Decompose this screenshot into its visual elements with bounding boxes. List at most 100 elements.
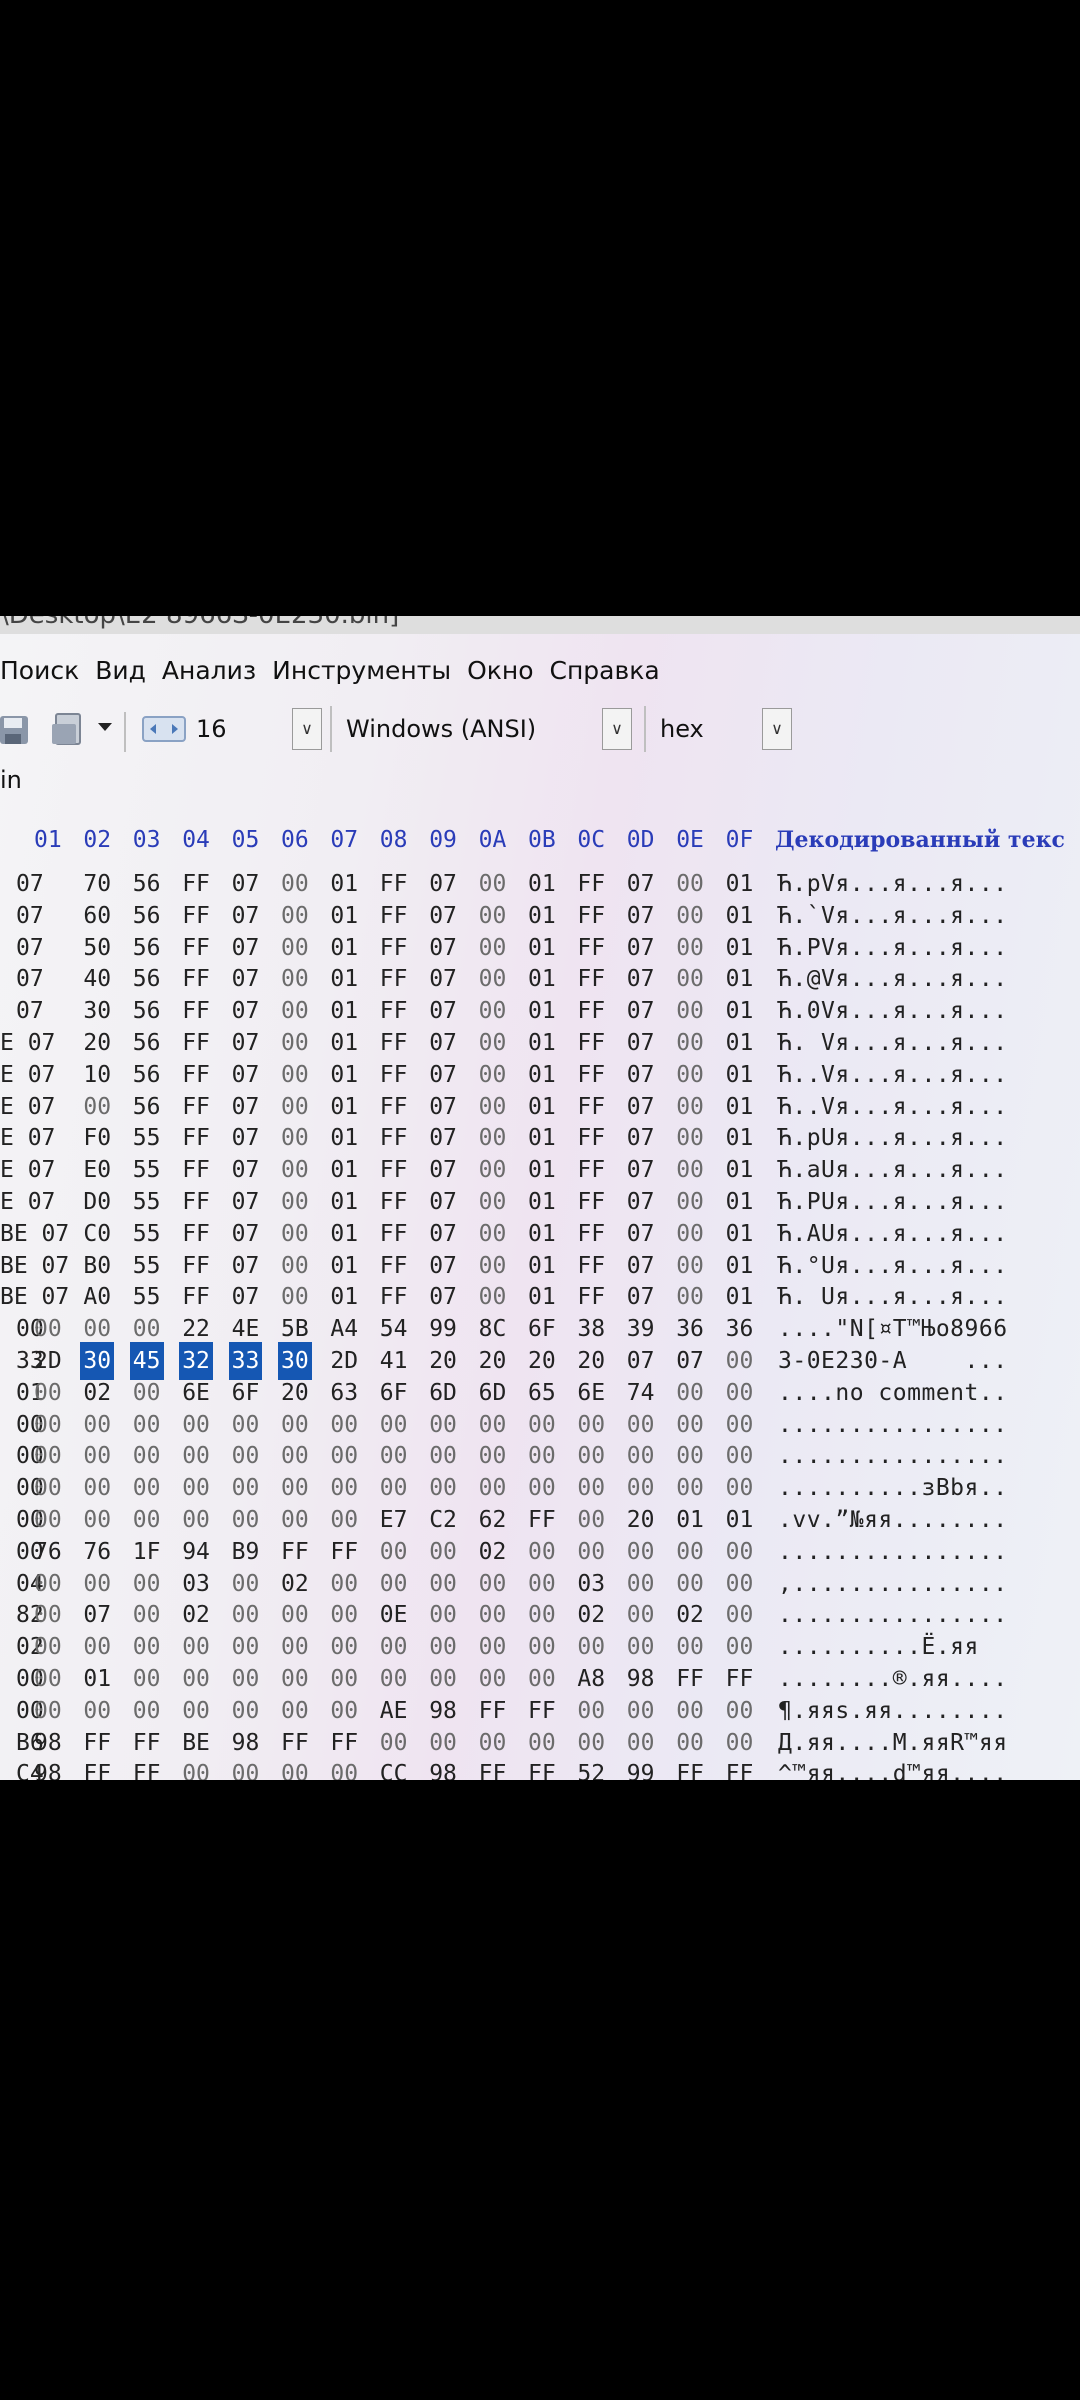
hex-byte[interactable]: FF bbox=[577, 1059, 605, 1091]
hex-byte[interactable]: 07 bbox=[627, 963, 655, 995]
hex-byte[interactable]: 00 bbox=[676, 1536, 704, 1568]
hex-byte[interactable]: 00 bbox=[133, 1409, 161, 1441]
hex-byte[interactable]: 01 bbox=[330, 932, 358, 964]
hex-byte[interactable]: 6F bbox=[528, 1313, 556, 1345]
hex-byte[interactable]: 00 bbox=[281, 932, 309, 964]
hex-byte[interactable]: 01 bbox=[528, 963, 556, 995]
hex-byte[interactable]: 00 bbox=[83, 1504, 111, 1536]
hex-byte[interactable]: 07 bbox=[429, 1122, 457, 1154]
hex-byte[interactable]: 00 bbox=[133, 1313, 161, 1345]
hex-byte[interactable]: 55 bbox=[133, 1122, 161, 1154]
hex-row[interactable]: E 07 E0 55 FF 07 00 01 FF 07 00 01 FF 07 00 01 Ћ.aUя...… bbox=[0, 1154, 1080, 1186]
hex-byte[interactable]: 55 bbox=[133, 1281, 161, 1313]
hex-row[interactable]: 82 00 07 00 02 00 00 00 0E 00 00 00 02 00 02 00........… bbox=[0, 1599, 1080, 1631]
hex-byte[interactable]: 00 bbox=[83, 1313, 111, 1345]
hex-byte[interactable]: 00 bbox=[330, 1695, 358, 1727]
hex-byte[interactable]: 07 bbox=[232, 963, 260, 995]
hex-byte[interactable]: 07 bbox=[627, 1250, 655, 1282]
hex-byte[interactable]: 33 bbox=[231, 1345, 260, 1377]
hex-row[interactable]: 07 40 56 FF 07 00 01 FF 07 00 01 FF 07 00 01 Ћ.@Vя...я.… bbox=[0, 963, 1080, 995]
hex-byte[interactable]: 00 bbox=[281, 995, 309, 1027]
hex-byte[interactable]: 01 bbox=[528, 995, 556, 1027]
hex-byte[interactable]: 00 bbox=[676, 900, 704, 932]
decoded-text[interactable]: Ћ. Uя...я...я... bbox=[778, 1281, 1008, 1313]
hex-byte[interactable]: 07 bbox=[429, 963, 457, 995]
hex-byte[interactable]: FF bbox=[577, 868, 605, 900]
hex-byte[interactable]: AE bbox=[380, 1695, 408, 1727]
hex-byte[interactable]: 20 bbox=[479, 1345, 507, 1377]
hex-byte[interactable]: 0E bbox=[380, 1599, 408, 1631]
hex-byte[interactable]: 00 bbox=[577, 1695, 605, 1727]
hex-byte[interactable]: 00 bbox=[479, 1599, 507, 1631]
hex-byte[interactable]: 00 bbox=[281, 1695, 309, 1727]
hex-byte[interactable]: 02 bbox=[281, 1568, 309, 1600]
hex-byte[interactable]: FF bbox=[330, 1727, 358, 1759]
hex-byte[interactable]: 00 bbox=[281, 963, 309, 995]
hex-byte[interactable]: 00 bbox=[429, 1536, 457, 1568]
hex-byte[interactable]: 01 bbox=[330, 1218, 358, 1250]
hex-byte[interactable]: 00 bbox=[182, 1440, 210, 1472]
hex-byte[interactable]: FF bbox=[380, 1059, 408, 1091]
hex-byte[interactable]: A8 bbox=[577, 1663, 605, 1695]
hex-byte[interactable]: 76 bbox=[34, 1536, 62, 1568]
hex-byte[interactable]: 00 bbox=[676, 963, 704, 995]
hex-byte[interactable]: FF bbox=[182, 1250, 210, 1282]
hex-byte[interactable]: 00 bbox=[627, 1536, 655, 1568]
hex-byte[interactable]: 00 bbox=[676, 1727, 704, 1759]
hex-byte[interactable]: 00 bbox=[479, 900, 507, 932]
hex-byte[interactable]: 30 bbox=[281, 1345, 309, 1377]
hex-byte[interactable]: A0 bbox=[83, 1281, 111, 1313]
hex-byte[interactable]: 00 bbox=[528, 1409, 556, 1441]
hex-byte[interactable]: 00 bbox=[726, 1345, 754, 1377]
hex-byte[interactable]: 01 bbox=[330, 1281, 358, 1313]
hex-byte[interactable]: FF bbox=[577, 1281, 605, 1313]
decoded-text[interactable]: Ћ.PUя...я...я... bbox=[778, 1186, 1008, 1218]
hex-byte[interactable]: FF bbox=[577, 1250, 605, 1282]
hex-row[interactable]: B6 98 FF FF BE 98 FF FF 00 00 00 00 00 00 00 00 Д.яя....… bbox=[0, 1727, 1080, 1759]
hex-byte[interactable]: 01 bbox=[528, 1250, 556, 1282]
hex-byte[interactable]: 01 bbox=[726, 900, 754, 932]
hex-byte[interactable]: B0 bbox=[83, 1250, 111, 1282]
hex-byte[interactable]: 00 bbox=[577, 1504, 605, 1536]
hex-byte[interactable]: 01 bbox=[726, 1091, 754, 1123]
decoded-text[interactable]: .vv.”№яя........ bbox=[778, 1504, 1008, 1536]
hex-byte[interactable]: FF bbox=[380, 1218, 408, 1250]
hex-byte[interactable]: 70 bbox=[83, 868, 111, 900]
hex-byte[interactable]: 07 bbox=[232, 1186, 260, 1218]
hex-byte[interactable]: FF bbox=[380, 963, 408, 995]
hex-byte[interactable]: 00 bbox=[726, 1727, 754, 1759]
hex-byte[interactable]: 00 bbox=[479, 1281, 507, 1313]
hex-byte[interactable]: 01 bbox=[528, 1059, 556, 1091]
encoding-dropdown[interactable]: ∨ bbox=[602, 708, 632, 750]
hex-byte[interactable]: 32 bbox=[182, 1345, 210, 1377]
hex-byte[interactable]: 20 bbox=[83, 1027, 111, 1059]
hex-byte[interactable]: 07 bbox=[627, 1059, 655, 1091]
hex-byte[interactable]: FF bbox=[577, 1027, 605, 1059]
hex-byte[interactable]: FF bbox=[182, 963, 210, 995]
hex-byte[interactable]: 55 bbox=[133, 1154, 161, 1186]
hex-byte[interactable]: FF bbox=[182, 1027, 210, 1059]
hex-byte[interactable]: 6D bbox=[479, 1377, 507, 1409]
hex-byte[interactable]: 00 bbox=[34, 1504, 62, 1536]
hex-byte[interactable]: 01 bbox=[330, 1186, 358, 1218]
hex-byte[interactable]: B9 bbox=[232, 1536, 260, 1568]
hex-byte[interactable]: 00 bbox=[429, 1409, 457, 1441]
hex-byte[interactable]: 03 bbox=[577, 1568, 605, 1600]
hex-byte[interactable]: FF bbox=[726, 1663, 754, 1695]
hex-byte[interactable]: 00 bbox=[133, 1377, 161, 1409]
hex-byte[interactable]: 00 bbox=[133, 1568, 161, 1600]
hex-byte[interactable]: 00 bbox=[182, 1695, 210, 1727]
hex-byte[interactable]: 00 bbox=[330, 1440, 358, 1472]
hex-byte[interactable]: 55 bbox=[133, 1250, 161, 1282]
hex-byte[interactable]: 00 bbox=[34, 1377, 62, 1409]
hex-byte[interactable]: 00 bbox=[528, 1536, 556, 1568]
hex-byte[interactable]: 56 bbox=[133, 1027, 161, 1059]
decoded-text[interactable]: Ћ.0Vя...я...я... bbox=[778, 995, 1008, 1027]
hex-byte[interactable]: 00 bbox=[232, 1599, 260, 1631]
hex-byte[interactable]: 00 bbox=[479, 1663, 507, 1695]
hex-byte[interactable]: 00 bbox=[627, 1409, 655, 1441]
save-icon[interactable] bbox=[0, 710, 34, 754]
hex-byte[interactable]: 07 bbox=[429, 932, 457, 964]
hex-byte[interactable]: 07 bbox=[627, 995, 655, 1027]
view-mode-select[interactable]: hex bbox=[650, 708, 760, 750]
